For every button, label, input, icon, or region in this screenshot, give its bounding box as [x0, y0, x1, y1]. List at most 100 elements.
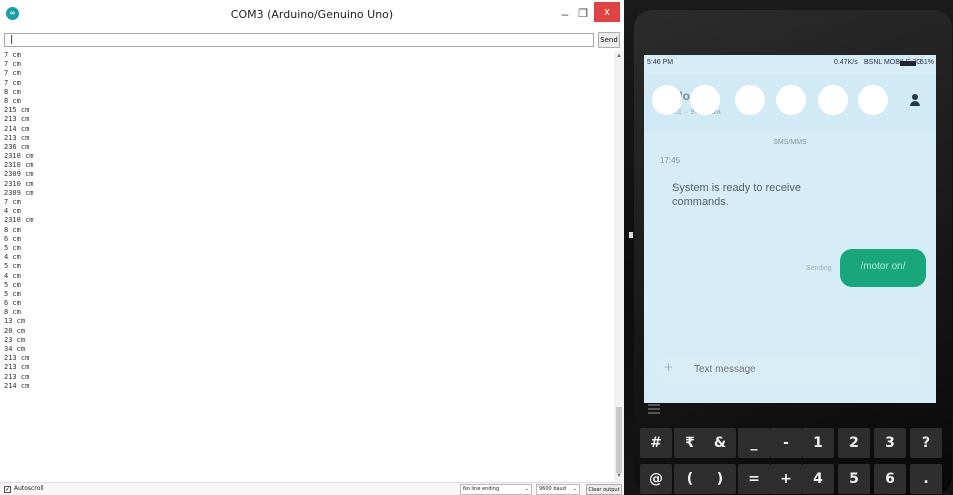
maximize-icon[interactable]: ❐ — [574, 5, 592, 23]
keyboard-key[interactable]: & — [704, 428, 736, 458]
window-edge-marker — [629, 232, 633, 238]
serial-output-line: 13 cm — [4, 317, 26, 326]
message-timestamp: 17:45 — [660, 156, 681, 165]
scroll-down-arrow-icon[interactable]: ▼ — [614, 473, 624, 479]
serial-output-line: 8 cm — [4, 308, 21, 317]
serial-output-line: 7 cm — [4, 78, 21, 87]
serial-output-line: 6 cm — [4, 234, 21, 243]
title-bar: ∞ COM3 (Arduino/Genuino Uno) – ❐ x — [0, 0, 624, 30]
privacy-blur-circle — [776, 85, 806, 115]
privacy-blur-circle — [858, 85, 888, 115]
serial-output-line: 8 cm — [4, 96, 21, 105]
keyboard-key[interactable]: ₹ — [674, 428, 706, 458]
output-scrollbar[interactable]: ▲ ▼ — [614, 51, 624, 481]
serial-output-line: 2310 cm — [4, 179, 34, 188]
phone-photo: 5:46 PM 0.47K/s BSNL MOBILE 3G 51% Ho el… — [624, 0, 953, 495]
serial-output-line: 6 cm — [4, 299, 21, 308]
line-ending-value: No line ending — [463, 486, 500, 492]
keyboard-key[interactable]: ? — [910, 428, 942, 458]
sending-status: Sending — [806, 265, 832, 272]
baud-rate-value: 9600 baud — [539, 486, 566, 492]
keyboard-key[interactable]: 5 — [838, 464, 870, 494]
serial-output-line: 34 cm — [4, 345, 26, 353]
autoscroll-checkbox[interactable]: ✓ — [4, 486, 11, 493]
serial-output-line: 213 cm — [4, 354, 30, 363]
baud-rate-select[interactable]: 9600 baud ⌄ — [536, 484, 580, 495]
serial-output-line: 5 cm — [4, 243, 21, 252]
serial-output-line: 236 cm — [4, 142, 30, 151]
battery-icon — [900, 61, 916, 66]
plus-icon[interactable]: + — [664, 359, 673, 376]
chevron-down-icon: ⌄ — [572, 486, 577, 492]
serial-output-line: 5 cm — [4, 280, 21, 289]
keyboard-key[interactable]: - — [770, 428, 802, 458]
serial-output-line: 2310 cm — [4, 216, 34, 225]
keyboard-key[interactable]: . — [910, 464, 942, 494]
serial-output-line: 213 cm — [4, 115, 30, 124]
serial-output-line: 7 cm — [4, 69, 21, 78]
text-message-input[interactable] — [694, 362, 894, 376]
network-speed: 0.47K/s — [834, 59, 858, 66]
serial-monitor-window: ∞ COM3 (Arduino/Genuino Uno) – ❐ x Send … — [0, 0, 624, 495]
close-icon[interactable]: x — [594, 2, 620, 22]
serial-output-line: 23 cm — [4, 335, 26, 344]
line-ending-select[interactable]: No line ending ⌄ — [460, 484, 532, 495]
serial-send-input[interactable] — [4, 33, 594, 47]
keyboard-key[interactable]: 6 — [874, 464, 906, 494]
serial-output-line: 2310 cm — [4, 161, 34, 170]
serial-output-line: 213 cm — [4, 372, 30, 381]
keyboard-key[interactable]: 2 — [838, 428, 870, 458]
serial-output-line: 214 cm — [4, 124, 30, 133]
serial-output-line: 213 cm — [4, 133, 30, 142]
serial-output-line: 2310 cm — [4, 152, 34, 161]
window-title: COM3 (Arduino/Genuino Uno) — [230, 8, 394, 21]
keyboard-key[interactable]: ( — [674, 464, 706, 494]
battery-percent: 51% — [920, 59, 935, 66]
outgoing-message-bubble[interactable]: /motor on/ — [840, 249, 926, 287]
privacy-blur-circle — [735, 85, 765, 115]
serial-output-line: 8 cm — [4, 225, 21, 234]
chevron-down-icon: ⌄ — [524, 486, 529, 492]
serial-output-line: 8 cm — [4, 87, 21, 96]
keyboard-key[interactable]: 3 — [874, 428, 906, 458]
autoscroll-label: Autoscroll — [14, 485, 44, 492]
menu-icon[interactable] — [648, 404, 660, 414]
phone-screen: 5:46 PM 0.47K/s BSNL MOBILE 3G 51% Ho el… — [644, 55, 936, 403]
serial-output-line: 2309 cm — [4, 188, 34, 197]
serial-output-line: 4 cm — [4, 207, 21, 216]
privacy-blur-circle — [818, 85, 848, 115]
serial-output-line: 20 cm — [4, 326, 26, 335]
serial-output-line: 2309 cm — [4, 170, 34, 179]
serial-output-line: 7 cm — [4, 51, 21, 59]
outgoing-message: /motor on/ — [860, 261, 906, 272]
minimize-icon[interactable]: – — [556, 5, 574, 23]
keyboard-key[interactable]: + — [770, 464, 802, 494]
serial-output-line: 7 cm — [4, 60, 21, 69]
serial-output-line: 215 cm — [4, 106, 30, 115]
serial-output-line: 4 cm — [4, 253, 21, 262]
send-button[interactable]: Send — [598, 32, 620, 48]
keyboard-key[interactable]: @ — [640, 464, 672, 494]
scroll-up-arrow-icon[interactable]: ▲ — [614, 53, 624, 59]
keyboard-key[interactable]: ) — [704, 464, 736, 494]
serial-output-area[interactable]: 7 cm 7 cm 7 cm 7 cm 8 cm 8 cm 215 cm 213 cm 214 … — [4, 51, 610, 479]
conversation-header: Ho ell 91 ·· 97·· ·· dia — [644, 73, 936, 133]
keyboard-key[interactable]: = — [738, 464, 770, 494]
privacy-blur-circle — [690, 85, 720, 115]
keyboard-key[interactable]: # — [640, 428, 672, 458]
incoming-message: System is ready to receive commands. — [672, 182, 801, 208]
phone-status-bar: 5:46 PM 0.47K/s BSNL MOBILE 3G 51% — [644, 55, 936, 71]
compose-bar: + — [654, 355, 926, 383]
serial-output-line: 7 cm — [4, 198, 21, 206]
person-icon[interactable] — [908, 93, 922, 109]
symbol-keyboard: # ₹ & _ -1 2 3? @() = +4 5 6. — [638, 426, 942, 495]
clear-output-button[interactable]: Clear output — [586, 484, 622, 495]
serial-output-line: 214 cm — [4, 381, 30, 390]
keyboard-key[interactable]: 4 — [802, 464, 834, 494]
message-channel-label: SMS/MMS — [773, 139, 807, 146]
scrollbar-thumb[interactable] — [616, 407, 622, 473]
keyboard-key[interactable]: 1 — [802, 428, 834, 458]
phone-clock: 5:46 PM — [647, 59, 674, 66]
serial-output-line: 4 cm — [4, 271, 21, 280]
keyboard-key[interactable]: _ — [738, 428, 770, 458]
